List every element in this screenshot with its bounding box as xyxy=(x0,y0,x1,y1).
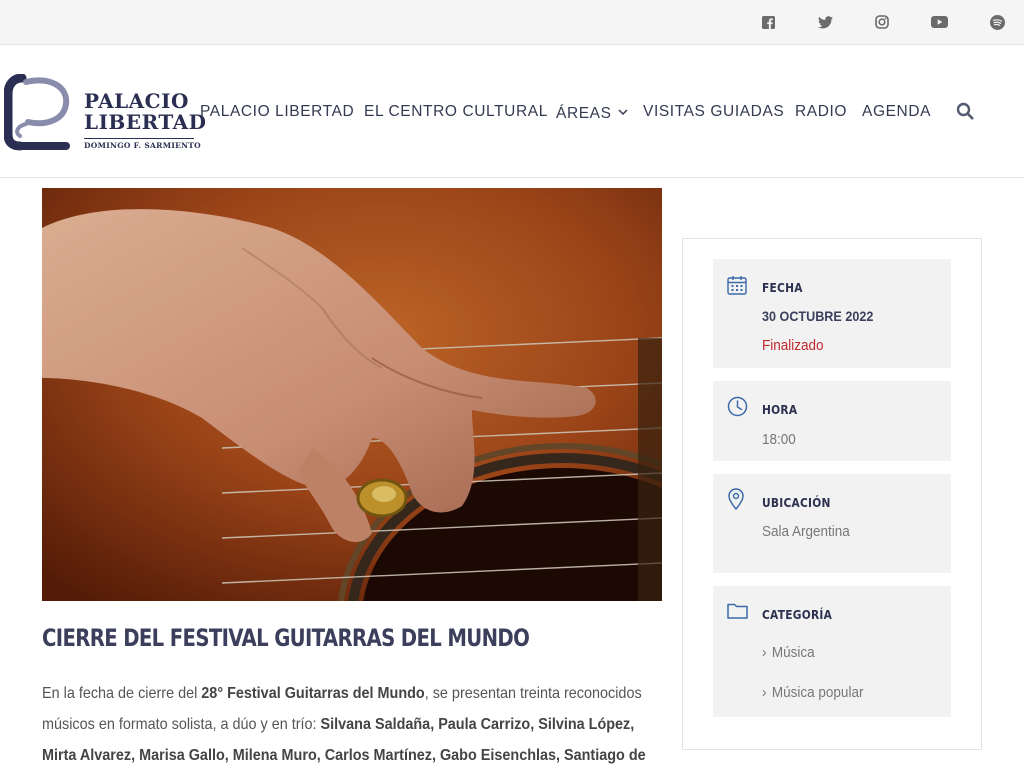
ubicacion-value: Sala Argentina xyxy=(762,523,850,540)
clock-icon xyxy=(727,396,749,418)
description-text: En la fecha de cierre del xyxy=(42,685,202,702)
folder-icon xyxy=(727,602,749,624)
ubicacion-label: UBICACIÓN xyxy=(762,495,831,510)
logo-mark-icon xyxy=(4,74,70,151)
site-header: PALACIO LIBERTAD DOMINGO F. SARMIENTO PA… xyxy=(0,46,1024,178)
chevron-right-icon: › xyxy=(762,644,767,661)
categoria-card: CATEGORÍA › Música › Música popular xyxy=(713,586,951,717)
logo-text-sarmiento: DOMINGO F. SARMIENTO xyxy=(84,141,202,150)
nav-item-palacio-libertad[interactable]: PALACIO LIBERTAD xyxy=(200,102,354,122)
description-festival-name: 28° Festival Guitarras del Mundo xyxy=(201,685,425,702)
logo-divider xyxy=(84,138,194,139)
category-link-musica[interactable]: › Música xyxy=(762,644,815,661)
calendar-icon xyxy=(727,275,749,297)
chevron-right-icon: › xyxy=(762,684,767,701)
fecha-value: 30 OCTUBRE 2022 xyxy=(762,308,874,324)
youtube-icon[interactable] xyxy=(930,13,948,31)
nav-item-areas-label: ÁREAS xyxy=(556,105,612,122)
fecha-card: FECHA 30 OCTUBRE 2022 Finalizado xyxy=(713,259,951,368)
status-badge: Finalizado xyxy=(762,337,824,354)
social-bar xyxy=(0,0,1024,45)
hora-card: HORA 18:00 xyxy=(713,381,951,461)
fecha-label: FECHA xyxy=(762,280,803,295)
category-link-label: Música xyxy=(771,644,815,661)
location-pin-icon xyxy=(727,488,749,511)
hora-label: HORA xyxy=(762,402,798,417)
event-image xyxy=(42,188,662,601)
category-link-musica-popular[interactable]: › Música popular xyxy=(762,684,863,701)
nav-item-areas[interactable]: ÁREAS xyxy=(556,102,628,124)
logo-text-libertad: LIBERTAD xyxy=(84,110,207,134)
nav-item-visitas-guiadas[interactable]: VISITAS GUIADAS xyxy=(643,102,784,122)
instagram-icon[interactable] xyxy=(873,13,891,31)
event-details-sidebar: FECHA 30 OCTUBRE 2022 Finalizado HORA 18… xyxy=(682,238,982,750)
hora-value: 18:00 xyxy=(762,431,796,448)
nav-item-centro-cultural[interactable]: EL CENTRO CULTURAL xyxy=(364,102,548,122)
search-icon[interactable] xyxy=(956,102,976,122)
nav-item-radio[interactable]: RADIO xyxy=(795,102,847,122)
event-description: En la fecha de cierre del 28° Festival G… xyxy=(42,678,662,768)
spotify-icon[interactable] xyxy=(988,13,1006,31)
ubicacion-card: UBICACIÓN Sala Argentina xyxy=(713,474,951,573)
facebook-icon[interactable] xyxy=(759,13,777,31)
categoria-label: CATEGORÍA xyxy=(762,607,833,622)
category-link-label: Música popular xyxy=(771,684,864,701)
event-title: CIERRE DEL FESTIVAL GUITARRAS DEL MUNDO xyxy=(42,624,530,652)
chevron-down-icon xyxy=(618,102,628,122)
nav-item-agenda[interactable]: AGENDA xyxy=(862,102,931,122)
twitter-icon[interactable] xyxy=(816,13,834,31)
site-logo[interactable]: PALACIO LIBERTAD DOMINGO F. SARMIENTO xyxy=(4,74,206,154)
